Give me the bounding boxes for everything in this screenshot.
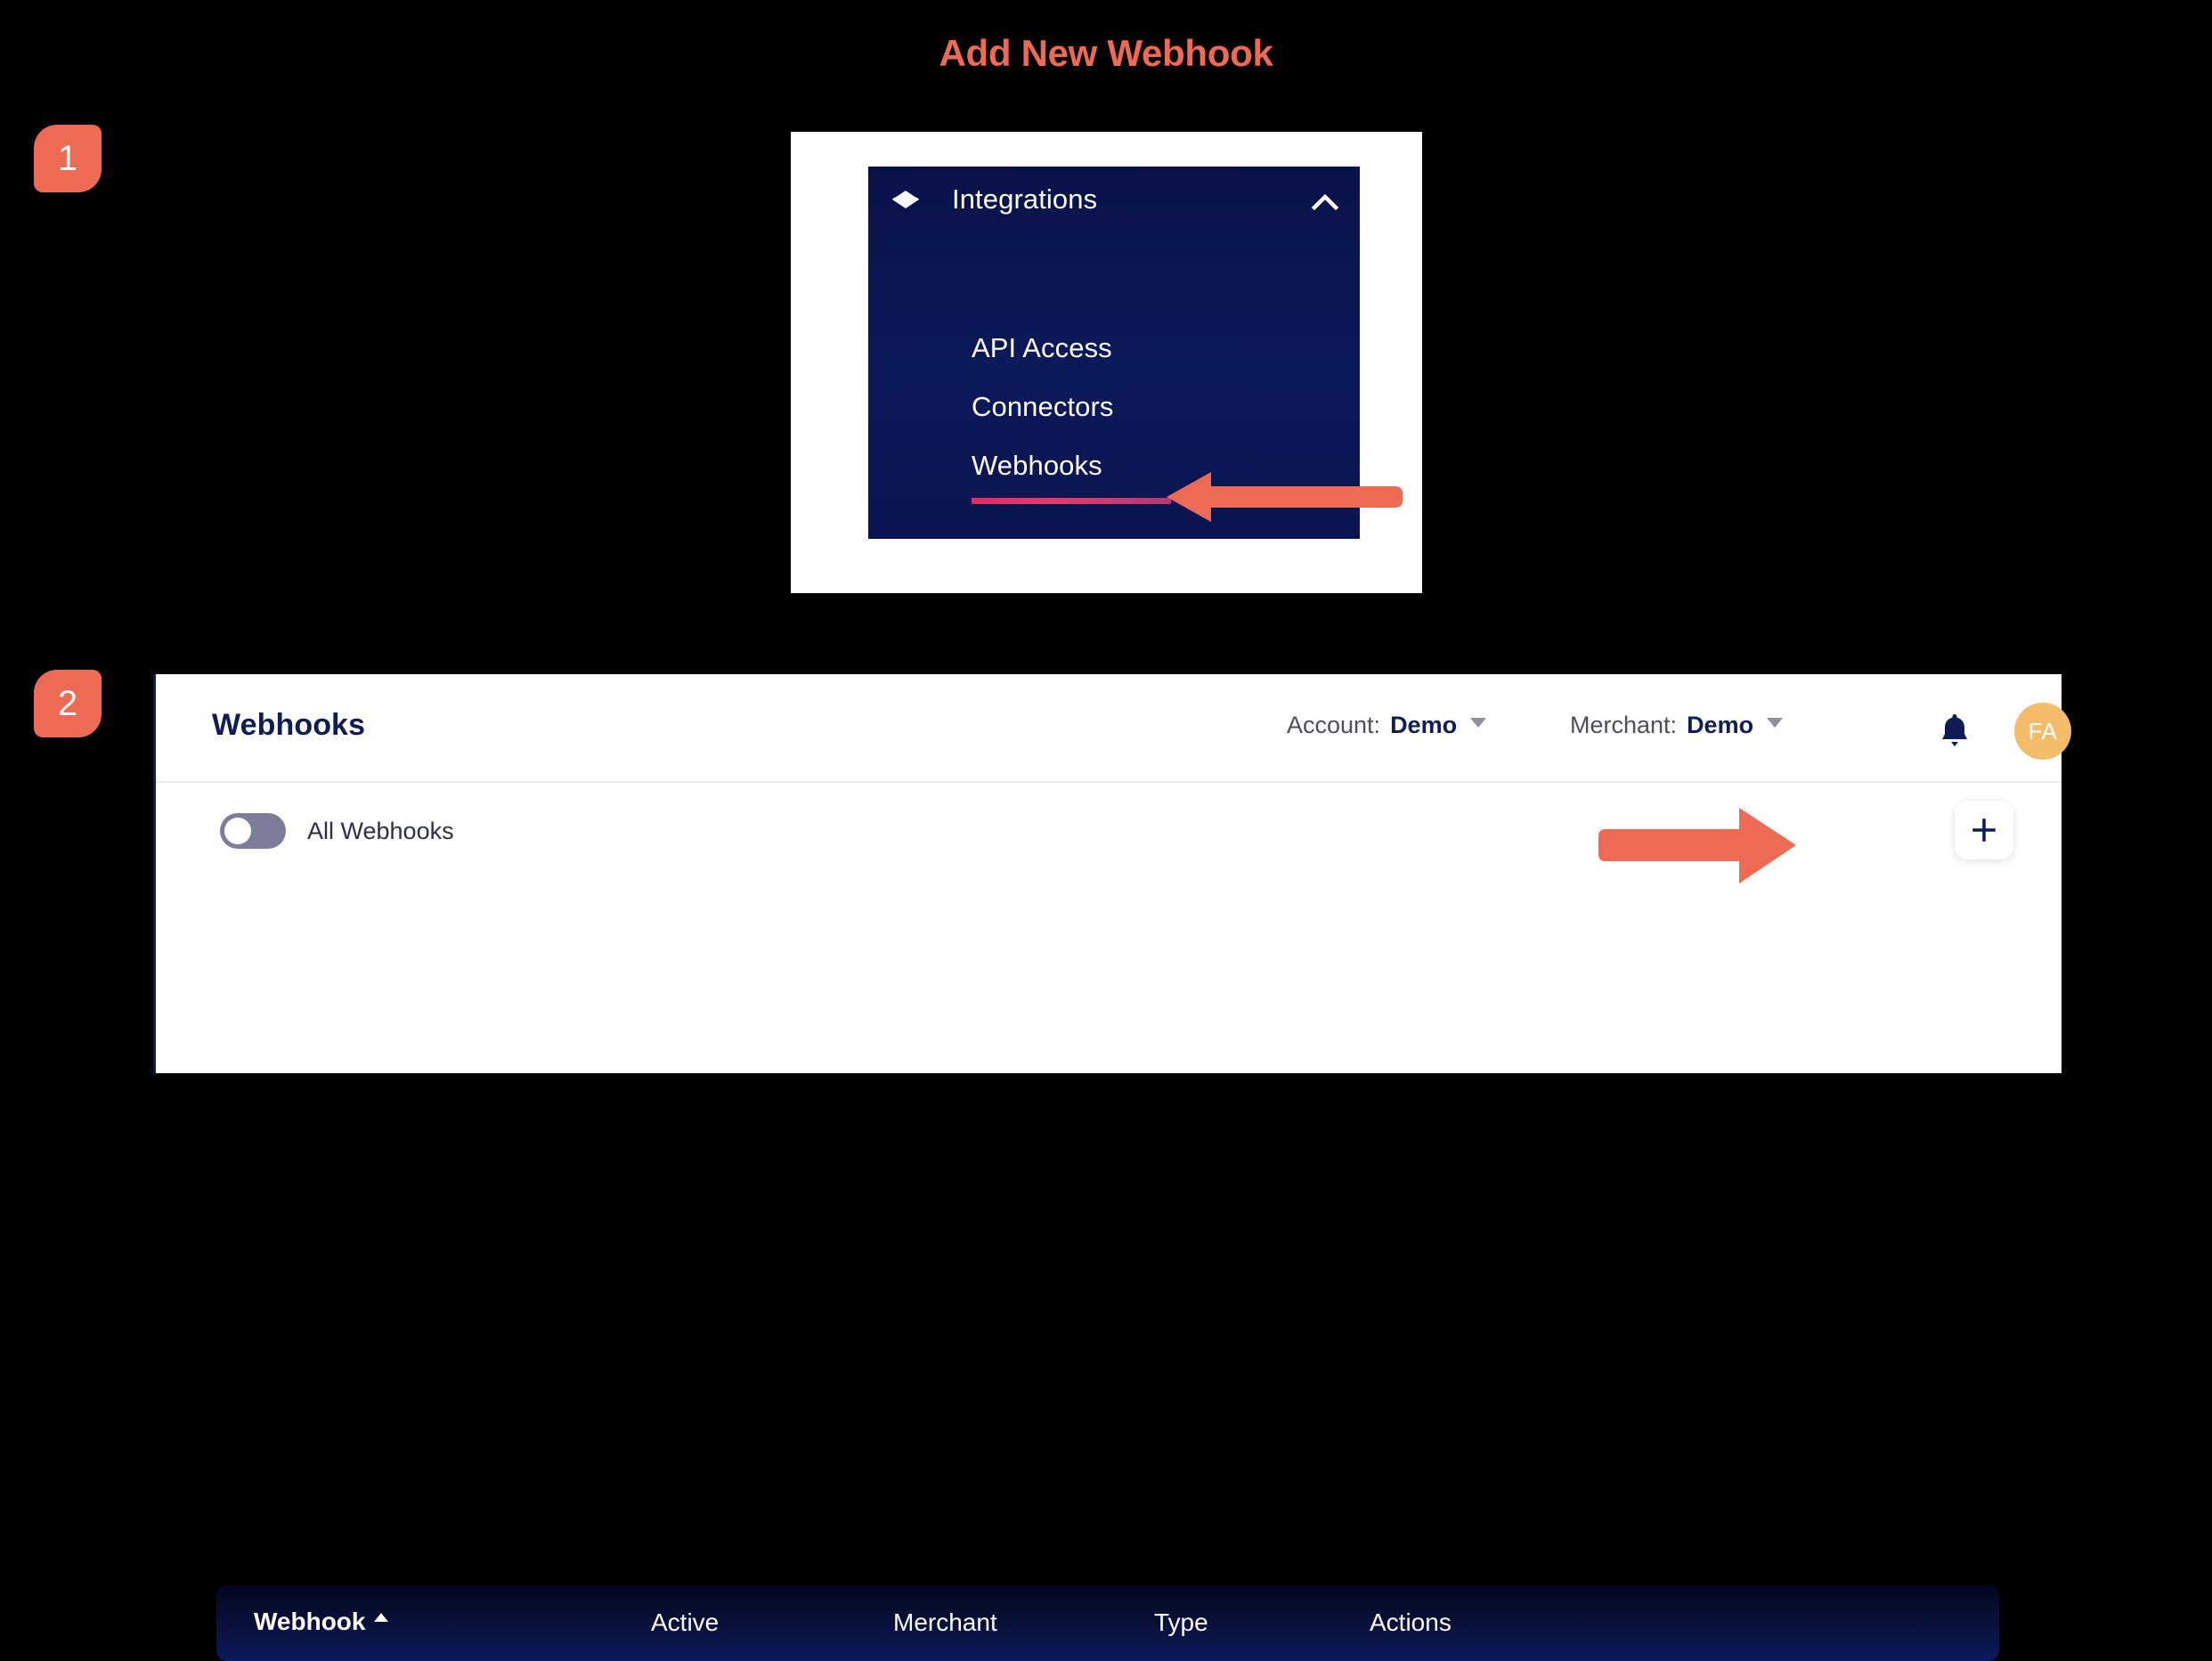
- account-selector[interactable]: Account: Demo: [1287, 712, 1487, 739]
- page-heading: Webhooks: [212, 708, 366, 742]
- nav-item-connectors[interactable]: Connectors: [972, 391, 1114, 423]
- step-badge-2: 2: [34, 670, 102, 737]
- app-header: Webhooks Account: Demo Merchant: Demo FA: [156, 674, 2071, 783]
- bell-icon[interactable]: [1937, 712, 1972, 751]
- all-webhooks-toggle-label: All Webhooks: [307, 818, 454, 844]
- nav-group-label: Integrations: [952, 183, 1098, 215]
- chevron-up-icon[interactable]: [1310, 190, 1340, 216]
- merchant-selector-label: Merchant:: [1570, 712, 1678, 738]
- nav-active-indicator: [972, 498, 1171, 504]
- account-selector-value: Demo: [1390, 712, 1458, 738]
- arrow-pointing-to-add-button: [1598, 804, 1803, 887]
- account-selector-label: Account:: [1287, 712, 1381, 738]
- chevron-down-icon[interactable]: [1470, 718, 1487, 728]
- webhooks-table-header: Webhook Active Merchant Type Actions: [216, 1585, 1999, 1661]
- step-badge-1: 1: [34, 125, 102, 192]
- nav-group-integrations[interactable]: Integrations: [868, 167, 1360, 236]
- column-header-webhook[interactable]: Webhook: [254, 1608, 389, 1636]
- chevron-down-icon[interactable]: [1767, 718, 1784, 728]
- nav-item-api-access[interactable]: API Access: [972, 332, 1112, 364]
- merchant-selector[interactable]: Merchant: Demo: [1570, 712, 1784, 739]
- arrow-pointing-to-webhooks: [1158, 470, 1403, 524]
- column-header-webhook-label: Webhook: [254, 1608, 366, 1635]
- nav-item-webhooks[interactable]: Webhooks: [972, 450, 1102, 482]
- sort-asc-icon: [374, 1613, 389, 1622]
- merchant-selector-value: Demo: [1687, 712, 1754, 738]
- plus-icon: [1972, 818, 1996, 842]
- column-header-active[interactable]: Active: [651, 1608, 719, 1637]
- page-title: Add New Webhook: [939, 32, 1273, 74]
- all-webhooks-toggle[interactable]: [220, 813, 286, 849]
- user-avatar[interactable]: FA: [2014, 703, 2071, 760]
- toggle-knob: [224, 818, 251, 844]
- column-header-merchant[interactable]: Merchant: [893, 1608, 997, 1637]
- layers-icon: [890, 188, 922, 220]
- column-header-type[interactable]: Type: [1154, 1608, 1208, 1637]
- add-webhook-button[interactable]: [1955, 801, 2013, 859]
- column-header-actions[interactable]: Actions: [1370, 1608, 1452, 1637]
